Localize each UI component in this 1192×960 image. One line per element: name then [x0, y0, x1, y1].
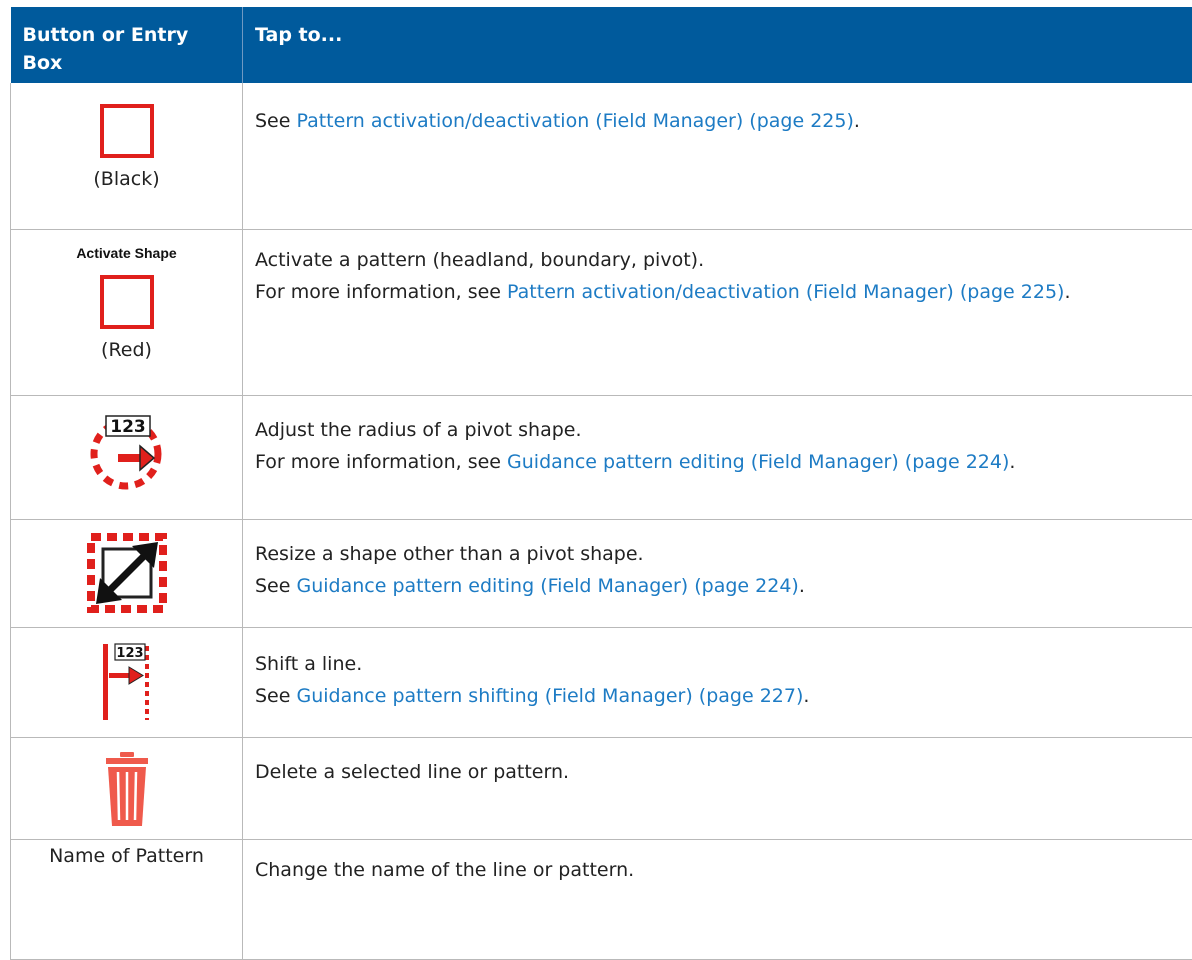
table-row: Delete a selected line or pattern.	[11, 737, 1192, 839]
link-pattern-activation[interactable]: Pattern activation/deactivation (Field M…	[296, 110, 853, 132]
icon-cell: 123	[11, 395, 243, 519]
icon-cell	[11, 519, 243, 627]
header-tap-to: Tap to...	[243, 7, 1192, 83]
link-guidance-pattern-editing[interactable]: Guidance pattern editing (Field Manager)…	[507, 451, 1009, 473]
black-square-outline-icon[interactable]	[99, 103, 155, 159]
resize-shape-icon[interactable]	[86, 532, 168, 614]
description-line: Delete a selected line or pattern.	[255, 756, 1181, 788]
description-line: See Guidance pattern editing (Field Mana…	[255, 570, 1181, 602]
pivot-radius-icon-text: 123	[110, 417, 146, 437]
table-row: Name of Pattern Change the name of the l…	[11, 839, 1192, 959]
activate-shape-label: Activate Shape	[11, 244, 242, 262]
red-square-outline-icon[interactable]	[99, 274, 155, 330]
table-row: Resize a shape other than a pivot shape.…	[11, 519, 1192, 627]
description-cell: Activate a pattern (headland, boundary, …	[243, 229, 1192, 395]
table-row: 123 Adjust the radius of a pivot shape. …	[11, 395, 1192, 519]
description-line: Activate a pattern (headland, boundary, …	[255, 244, 1181, 276]
table-row: 123 Shift a line. See Guidance pattern s…	[11, 627, 1192, 737]
icon-caption: (Black)	[11, 167, 242, 191]
description-cell: Delete a selected line or pattern.	[243, 737, 1192, 839]
link-pattern-activation[interactable]: Pattern activation/deactivation (Field M…	[507, 281, 1064, 303]
table-row: (Black) See Pattern activation/deactivat…	[11, 83, 1192, 229]
icon-cell	[11, 737, 243, 839]
description-cell: Change the name of the line or pattern.	[243, 839, 1192, 959]
description-line: See Pattern activation/deactivation (Fie…	[255, 105, 1181, 137]
pivot-radius-icon[interactable]: 123	[86, 412, 168, 494]
table-row: Activate Shape (Red) Activate a pattern …	[11, 229, 1192, 395]
icon-caption: (Red)	[11, 338, 242, 362]
description-line: Resize a shape other than a pivot shape.	[255, 538, 1181, 570]
description-line: Change the name of the line or pattern.	[255, 854, 1181, 886]
description-cell: Shift a line. See Guidance pattern shift…	[243, 627, 1192, 737]
description-cell: Adjust the radius of a pivot shape. For …	[243, 395, 1192, 519]
description-line: For more information, see Guidance patte…	[255, 446, 1181, 478]
button-reference-table: Button or Entry Box Tap to... (Black) Se…	[10, 7, 1192, 960]
link-guidance-pattern-editing[interactable]: Guidance pattern editing (Field Manager)…	[296, 575, 798, 597]
shift-line-icon-text: 123	[116, 646, 143, 661]
icon-cell: 123	[11, 627, 243, 737]
trash-icon[interactable]	[104, 750, 150, 828]
description-line: Shift a line.	[255, 648, 1181, 680]
table-header-row: Button or Entry Box Tap to...	[11, 7, 1192, 83]
description-line: For more information, see Pattern activa…	[255, 276, 1181, 308]
header-button-or-entry-box: Button or Entry Box	[11, 7, 243, 83]
name-of-pattern-entry-label[interactable]: Name of Pattern	[49, 845, 204, 867]
description-cell: Resize a shape other than a pivot shape.…	[243, 519, 1192, 627]
shift-line-icon[interactable]: 123	[101, 642, 153, 722]
description-line: Adjust the radius of a pivot shape.	[255, 414, 1181, 446]
icon-cell: Name of Pattern	[11, 839, 243, 959]
description-line: See Guidance pattern shifting (Field Man…	[255, 680, 1181, 712]
icon-cell: (Black)	[11, 83, 243, 229]
description-cell: See Pattern activation/deactivation (Fie…	[243, 83, 1192, 229]
link-guidance-pattern-shifting[interactable]: Guidance pattern shifting (Field Manager…	[296, 685, 803, 707]
icon-cell: Activate Shape (Red)	[11, 229, 243, 395]
